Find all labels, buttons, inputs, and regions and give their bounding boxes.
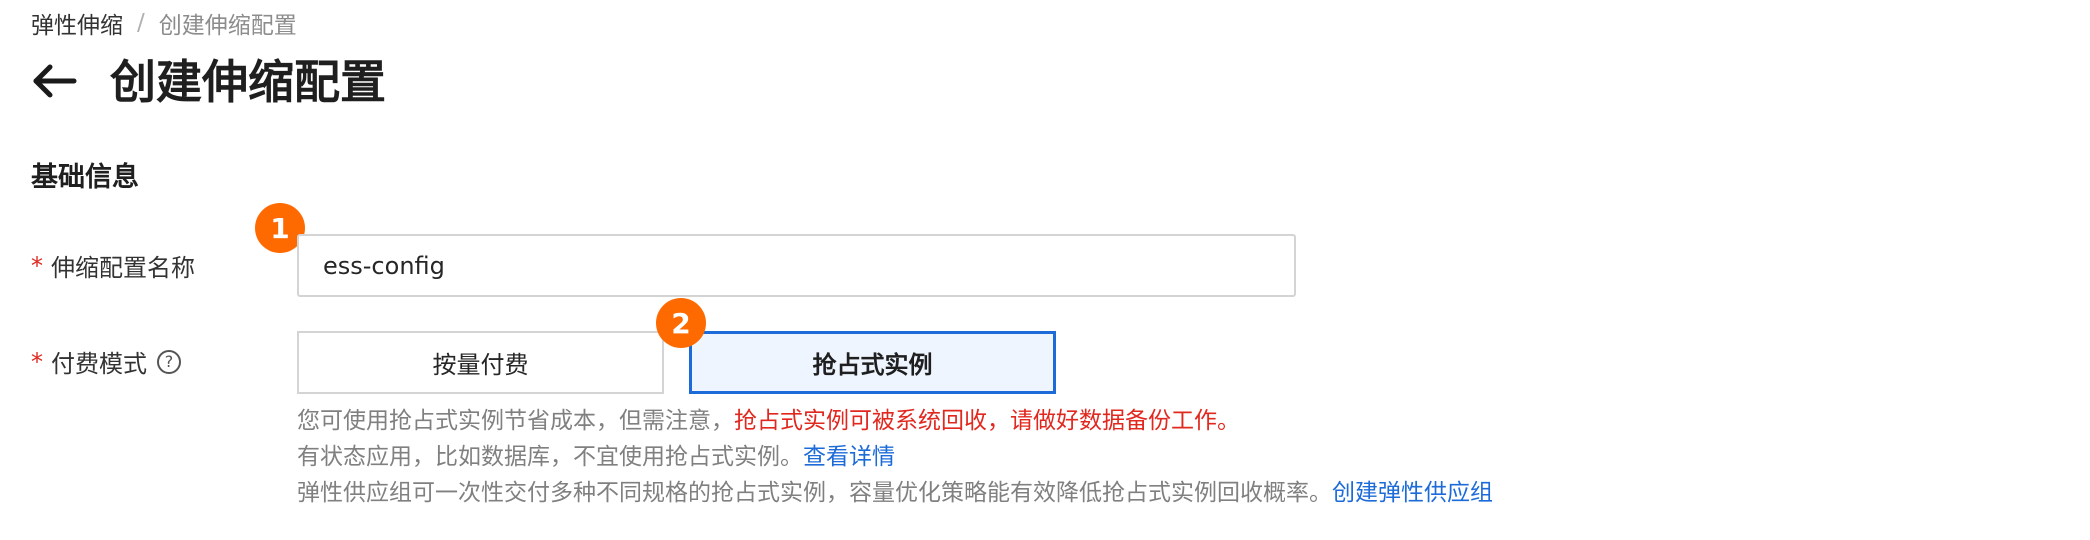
hint-text: 有状态应用，比如数据库，不宜使用抢占式实例。	[297, 444, 803, 470]
hint-text: 您可使用抢占式实例节省成本，但需注意，	[297, 408, 734, 434]
section-title: 基础信息	[31, 162, 139, 193]
breadcrumb-current: 创建伸缩配置	[158, 13, 297, 39]
hint-text: 弹性供应组可一次性交付多种不同规格的抢占式实例，容量优化策略能有效降低抢占式实例…	[297, 480, 1332, 506]
required-mark: *	[31, 347, 43, 376]
page-title: 创建伸缩配置	[110, 55, 386, 109]
breadcrumb: 弹性伸缩 / 创建伸缩配置	[31, 6, 297, 40]
required-mark: *	[31, 251, 43, 280]
breadcrumb-root-link[interactable]: 弹性伸缩	[31, 6, 123, 40]
payment-option-pay-as-you-go[interactable]: 按量付费	[297, 331, 664, 394]
spot-hint-line-3: 弹性供应组可一次性交付多种不同规格的抢占式实例，容量优化策略能有效降低抢占式实例…	[297, 476, 1493, 510]
config-name-input[interactable]	[297, 234, 1296, 297]
arrow-left-icon[interactable]	[30, 56, 80, 106]
config-name-label: * 伸缩配置名称	[31, 248, 195, 283]
breadcrumb-separator: /	[137, 10, 145, 36]
payment-mode-label-text: 付费模式	[51, 350, 147, 378]
payment-mode-label: * 付费模式 ?	[31, 344, 181, 379]
payment-option-spot-instance[interactable]: 抢占式实例	[689, 331, 1056, 394]
create-elastic-supply-group-link[interactable]: 创建弹性供应组	[1332, 480, 1493, 506]
spot-hint-line-2: 有状态应用，比如数据库，不宜使用抢占式实例。查看详情	[297, 440, 895, 474]
config-name-label-text: 伸缩配置名称	[51, 254, 195, 282]
question-circle-icon[interactable]: ?	[157, 349, 181, 374]
view-details-link[interactable]: 查看详情	[803, 444, 895, 470]
hint-warning-text: 抢占式实例可被系统回收，请做好数据备份工作。	[734, 408, 1240, 434]
spot-hint-line-1: 您可使用抢占式实例节省成本，但需注意，抢占式实例可被系统回收，请做好数据备份工作…	[297, 404, 1240, 438]
step-badge-2: 2	[656, 298, 706, 348]
